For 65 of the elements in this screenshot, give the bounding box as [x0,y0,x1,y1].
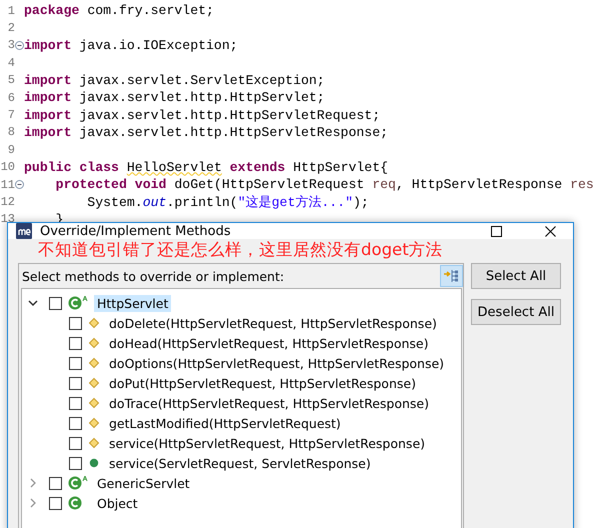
collapse-icon[interactable] [15,180,24,190]
code-line: import javax.servlet.ServletException; [24,72,325,88]
line-number: 11 [0,178,15,192]
diamond-icon [88,317,100,329]
close-icon[interactable] [544,226,556,236]
line-number: 1 [6,4,15,18]
code-line: protected void doGet(HttpServletRequest req, HttpServletResponse res [54,177,594,192]
diamond-icon [88,417,100,429]
tree-item[interactable]: doDelete(HttpServletRequest, HttpServletResponse) [106,314,440,332]
code-line: package com.fry.servlet; [24,3,214,18]
code-line: import java.io.IOException; [24,38,238,53]
line-number: 2 [6,21,15,36]
maximize-icon[interactable] [490,226,502,236]
line-number: 12 [0,194,15,209]
code-line: System.out.println("这是get方法..."); [86,194,369,211]
line-number: 3 [6,38,15,52]
class-icon [68,296,88,310]
line-number: 4 [6,56,15,70]
code-line: import javax.servlet.http.HttpServlet; [24,90,325,106]
tree-item[interactable]: Object [94,494,141,512]
checkbox[interactable] [69,336,82,350]
line-number: 9 [6,142,15,157]
tree-item[interactable]: doOptions(HttpServletRequest, HttpServletResponse) [106,354,448,372]
prompt-label: Select methods to override or implement: [22,268,286,284]
code-line: public class HelloServlet extends HttpServlet{ [24,160,388,175]
checkbox[interactable] [49,496,62,510]
line-number: 5 [6,73,15,88]
checkbox[interactable] [69,456,82,470]
tree-item[interactable]: doHead(HttpServletRequest, HttpServletResponse) [106,334,432,352]
checkbox[interactable] [69,376,82,390]
diamond-icon [88,337,100,349]
checkbox[interactable] [69,356,82,370]
diamond-icon [88,437,100,449]
checkbox[interactable] [69,416,82,430]
tree-item[interactable]: GenericServlet [94,474,193,492]
class-icon [68,476,88,490]
code-line: import javax.servlet.http.HttpServletResponse; [24,124,388,140]
line-number: 6 [6,90,15,105]
tree-item[interactable]: doTrace(HttpServletRequest, HttpServletResponse) [106,394,432,412]
checkbox[interactable] [49,296,62,310]
diamond-icon [88,377,100,389]
tree-item[interactable]: getLastModified(HttpServletRequest) [106,414,344,432]
tree-item[interactable]: service(HttpServletRequest, HttpServletResponse) [106,434,428,452]
checkbox[interactable] [49,476,62,490]
line-number: 7 [6,108,15,122]
sort-icon [443,269,460,283]
action-button[interactable]: Select All [471,263,561,289]
action-button[interactable]: Deselect All [471,299,561,325]
line-number: 13 [0,212,15,226]
diamond-icon [88,357,100,369]
tree-item[interactable]: HttpServlet [94,294,172,312]
tree-item[interactable]: service(ServletRequest, ServletResponse) [106,454,374,472]
code-line: import javax.servlet.http.HttpServletRequest; [24,108,380,123]
annotation-text: 不知道包引错了还是怎么样，这里居然没有doget方法 [37,239,444,261]
sort-button[interactable] [440,265,463,287]
line-number: 8 [6,125,15,140]
diamond-icon [88,397,100,409]
line-number: 10 [0,160,15,174]
checkbox[interactable] [69,316,82,330]
checkbox[interactable] [69,396,82,410]
window-title: Override/Implement Methods [40,224,232,238]
checkbox[interactable] [69,436,82,450]
tree-item[interactable]: doPut(HttpServletRequest, HttpServletResponse) [106,374,419,392]
dot-icon [88,457,100,469]
collapse-icon[interactable] [15,40,24,50]
